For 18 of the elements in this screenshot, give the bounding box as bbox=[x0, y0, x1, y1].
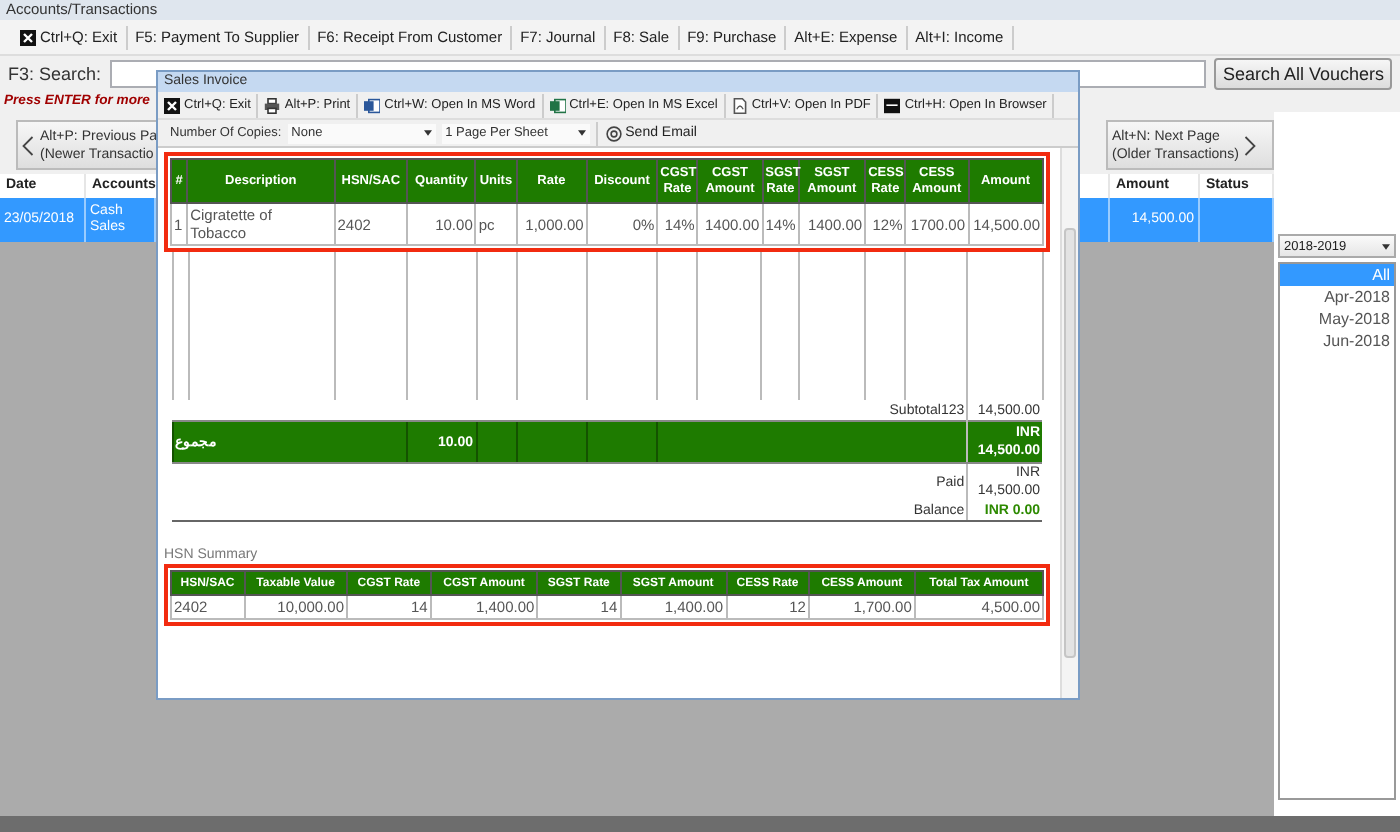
caret-icon bbox=[423, 130, 432, 136]
chevron-right-icon bbox=[1244, 133, 1257, 157]
browser-icon bbox=[884, 97, 901, 113]
search-label: F3: Search: bbox=[8, 64, 102, 84]
printer-icon bbox=[264, 97, 281, 113]
spreadsheet-icon bbox=[549, 97, 566, 113]
search-all-button[interactable]: Search All Vouchers bbox=[1214, 58, 1392, 90]
caret-icon bbox=[1382, 243, 1390, 249]
period-item[interactable]: Jun-2018 bbox=[1280, 330, 1394, 352]
period-item[interactable]: May-2018 bbox=[1280, 308, 1394, 330]
document-icon bbox=[364, 97, 381, 113]
at-sign-icon bbox=[605, 125, 622, 141]
close-icon bbox=[20, 29, 36, 45]
caret-icon bbox=[577, 130, 586, 136]
file-icon bbox=[731, 97, 748, 113]
close-icon bbox=[164, 97, 180, 113]
period-item[interactable]: Apr-2018 bbox=[1280, 286, 1394, 308]
chevron-left-icon bbox=[22, 133, 34, 157]
